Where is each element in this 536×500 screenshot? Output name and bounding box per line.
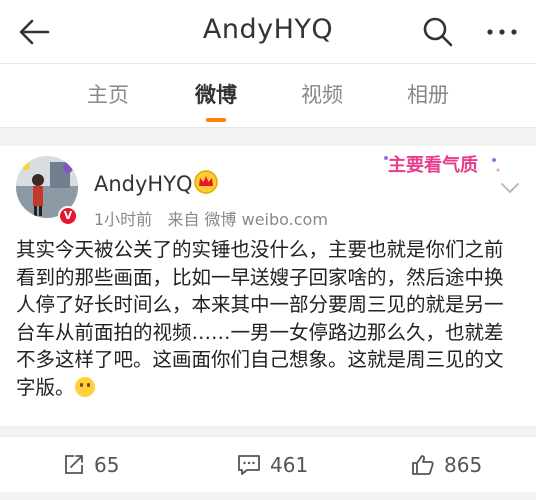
repost-icon bbox=[65, 455, 83, 474]
repost-button[interactable]: 65 bbox=[62, 437, 119, 493]
post-meta: 1小时前 来自 微博 weibo.com bbox=[94, 206, 328, 230]
verified-badge: V bbox=[58, 206, 78, 226]
post-source[interactable]: 来自 微博 weibo.com bbox=[167, 210, 327, 229]
tab-label: 主页 bbox=[87, 83, 129, 107]
top-bar: AndyHYQ bbox=[0, 0, 536, 64]
tab-video[interactable]: 视频 bbox=[282, 64, 362, 126]
more-button[interactable] bbox=[482, 14, 522, 50]
tab-label: 微博 bbox=[195, 83, 237, 107]
tab-home[interactable]: 主页 bbox=[68, 64, 148, 126]
tab-label: 视频 bbox=[301, 83, 343, 107]
like-count: 865 bbox=[444, 453, 483, 477]
profile-tabs: 主页 微博 视频 相册 bbox=[0, 64, 536, 128]
post-action-bar: 65 461 865 bbox=[0, 436, 536, 492]
post-text: 其实今天被公关了的实锤也没什么，主要也就是你们之前看到的那些画面，比如一早送嫂子… bbox=[16, 238, 504, 399]
grin-emoji-icon bbox=[74, 376, 95, 397]
search-button[interactable] bbox=[420, 14, 456, 50]
author-name[interactable]: AndyHYQ bbox=[94, 172, 193, 196]
tab-album[interactable]: 相册 bbox=[388, 64, 468, 126]
post-card: V AndyHYQ 1小时前 来自 微博 weibo.com 主要看气质 其实今… bbox=[0, 146, 536, 426]
like-button[interactable]: 865 bbox=[410, 437, 482, 493]
more-horizontal-icon bbox=[487, 29, 517, 35]
decoration-sticker: 主要看气质 bbox=[384, 154, 500, 175]
search-icon bbox=[423, 17, 453, 47]
tab-label: 相册 bbox=[407, 83, 449, 107]
post-content: 其实今天被公关了的实锤也没什么，主要也就是你们之前看到的那些画面，比如一早送嫂子… bbox=[16, 236, 522, 401]
thumbs-up-icon bbox=[412, 455, 434, 475]
post-time: 1小时前 bbox=[94, 210, 153, 229]
crown-icon bbox=[194, 170, 218, 194]
active-tab-indicator bbox=[206, 118, 226, 122]
post-options-button[interactable] bbox=[496, 176, 524, 200]
comment-button[interactable]: 461 bbox=[236, 437, 308, 493]
repost-count: 65 bbox=[94, 453, 120, 477]
comment-icon bbox=[238, 455, 260, 475]
comment-count: 461 bbox=[270, 453, 309, 477]
tab-weibo[interactable]: 微博 bbox=[176, 64, 256, 126]
decoration-text: 主要看气质 bbox=[388, 154, 478, 175]
chevron-down-icon bbox=[501, 183, 519, 193]
